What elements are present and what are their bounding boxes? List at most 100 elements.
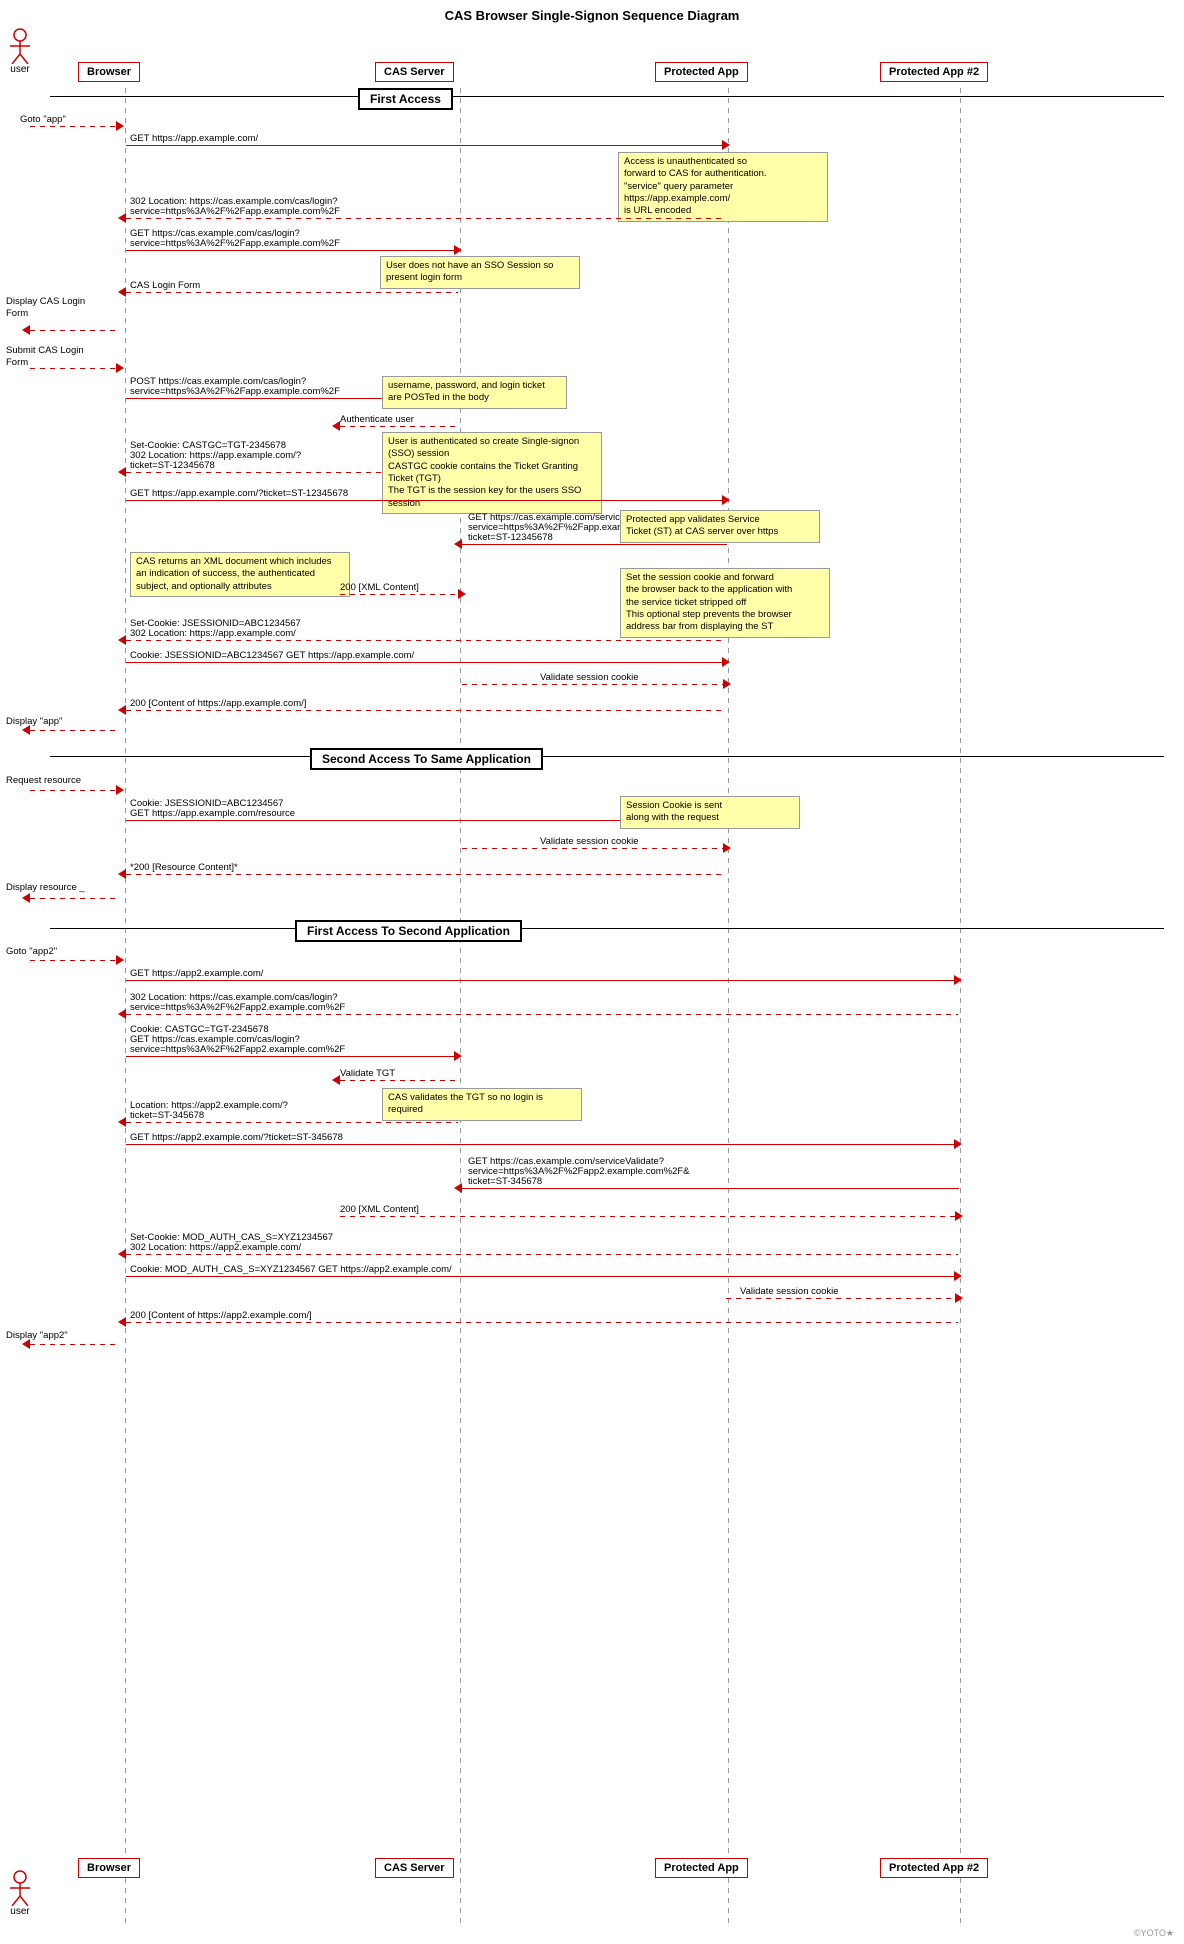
msg-validate-session-2: Validate session cookie xyxy=(540,836,639,847)
arrowhead-goto-app2 xyxy=(116,955,124,965)
arrow-display-cas-login xyxy=(30,330,120,331)
note-session-cookie: Set the session cookie and forwardthe br… xyxy=(620,568,830,638)
arrow-200-xml-app2 xyxy=(340,1216,959,1217)
arrowhead-submit-cas-login xyxy=(116,363,124,373)
arrow-200-content xyxy=(126,710,726,711)
lifeline-cas-line xyxy=(460,88,461,1928)
arrow-display-app2 xyxy=(30,1344,120,1345)
arrowhead-display-app2 xyxy=(22,1339,30,1349)
arrowhead-cookie-mod-auth xyxy=(954,1271,962,1281)
arrowhead-validate-st xyxy=(454,539,462,549)
lifeline-browser-header-top: Browser xyxy=(78,62,140,82)
arrowhead-get-app2-ticket xyxy=(954,1139,962,1149)
arrow-cookie-mod-auth xyxy=(126,1276,958,1277)
arrowhead-goto-app xyxy=(116,121,124,131)
arrowhead-get-app xyxy=(722,140,730,150)
divider-first-access xyxy=(50,96,1164,97)
msg-post-cas2: service=https%3A%2F%2Fapp.example.com%2F xyxy=(130,386,340,397)
section-label-second-app: First Access To Second Application xyxy=(295,920,522,942)
arrowhead-authenticate xyxy=(332,421,340,431)
arrow-validate-session-2 xyxy=(462,848,727,849)
arrow-set-mod-auth xyxy=(126,1254,958,1255)
arrowhead-display-app xyxy=(22,725,30,735)
msg-get-app: GET https://app.example.com/ xyxy=(130,133,258,144)
note-cas-xml: CAS returns an XML document which includ… xyxy=(130,552,350,597)
arrow-validate-session xyxy=(462,684,727,685)
arrow-display-resource xyxy=(30,898,120,899)
arrow-validate-st xyxy=(462,544,727,545)
msg-validate-session: Validate session cookie xyxy=(540,672,639,683)
arrowhead-get-cas-login-app2 xyxy=(454,1051,462,1061)
msg-200-content-app2: 200 [Content of https://app2.example.com… xyxy=(130,1310,312,1321)
arrow-goto-app xyxy=(30,126,120,127)
arrow-display-app xyxy=(30,730,120,731)
msg-location-app2-ticket2: ticket=ST-345678 xyxy=(130,1110,204,1121)
arrow-request-resource xyxy=(30,790,120,791)
note-unauthenticated: Access is unauthenticated soforward to C… xyxy=(618,152,828,222)
arrowhead-302-redirect xyxy=(118,213,126,223)
msg-get-app2: GET https://app2.example.com/ xyxy=(130,968,263,979)
msg-cookie-mod-auth: Cookie: MOD_AUTH_CAS_S=XYZ1234567 GET ht… xyxy=(130,1264,452,1275)
lifeline-browser-header-bottom: Browser xyxy=(78,1858,140,1878)
msg-get-app-ticket: GET https://app.example.com/?ticket=ST-1… xyxy=(130,488,348,499)
note-session-cookie-sent: Session Cookie is sentalong with the req… xyxy=(620,796,800,829)
lifeline-app2-header-top: Protected App #2 xyxy=(880,62,988,82)
arrow-goto-app2 xyxy=(30,960,120,961)
msg-200-content: 200 [Content of https://app.example.com/… xyxy=(130,698,306,709)
msg-request-resource: Request resource xyxy=(6,775,81,786)
note-post-body: username, password, and login ticketare … xyxy=(382,376,567,409)
msg-display-app: Display "app" xyxy=(6,716,106,727)
msg-validate-tgt: Validate TGT xyxy=(340,1068,395,1079)
actor-user-bottom-label: user xyxy=(8,1906,32,1917)
msg-validate-st3: ticket=ST-12345678 xyxy=(468,532,553,543)
msg-validate-st-app2-3: ticket=ST-345678 xyxy=(468,1176,542,1187)
lifeline-app-header-bottom: Protected App xyxy=(655,1858,748,1878)
msg-cookie-jsessionid: Cookie: JSESSIONID=ABC1234567 GET https:… xyxy=(130,650,414,661)
arrowhead-validate-st-app2 xyxy=(454,1183,462,1193)
copyright: ©YOTO★ xyxy=(1134,1928,1174,1939)
msg-302-location-app: 302 Location: https://app.example.com/ xyxy=(130,628,296,639)
msg-goto-app: Goto "app" xyxy=(20,114,66,125)
arrowhead-display-cas-login xyxy=(22,325,30,335)
arrow-302-cas-app2 xyxy=(126,1014,958,1015)
arrow-200-content-app2 xyxy=(126,1322,958,1323)
actor-user-top: user xyxy=(8,28,32,75)
note-validate-st: Protected app validates ServiceTicket (S… xyxy=(620,510,820,543)
msg-302-cas-app2-2: service=https%3A%2F%2Fapp2.example.com%2… xyxy=(130,1002,345,1013)
arrow-302-redirect xyxy=(126,218,726,219)
arrowhead-200-xml-app2 xyxy=(955,1211,963,1221)
lifeline-cas-header-top: CAS Server xyxy=(375,62,454,82)
msg-authenticate: Authenticate user xyxy=(340,414,414,425)
msg-display-resource: Display resource _ xyxy=(6,882,106,893)
arrow-200-xml xyxy=(340,594,462,595)
actor-user-bottom: user xyxy=(8,1870,32,1917)
arrowhead-validate-session-2 xyxy=(723,843,731,853)
arrowhead-set-mod-auth xyxy=(118,1249,126,1259)
arrow-authenticate xyxy=(340,426,458,427)
arrowhead-location-app2-ticket xyxy=(118,1117,126,1127)
arrowhead-validate-tgt xyxy=(332,1075,340,1085)
note-sso-created: User is authenticated so create Single-s… xyxy=(382,432,602,514)
arrow-validate-tgt xyxy=(340,1080,458,1081)
msg-goto-app2: Goto "app2" xyxy=(6,946,57,957)
msg-display-app2: Display "app2" xyxy=(6,1330,106,1341)
arrow-location-app2-ticket xyxy=(126,1122,458,1123)
arrow-get-app xyxy=(126,145,726,146)
arrow-validate-st-app2 xyxy=(462,1188,959,1189)
arrow-cas-login-form xyxy=(126,292,458,293)
msg-get-app2-ticket: GET https://app2.example.com/?ticket=ST-… xyxy=(130,1132,343,1143)
lifeline-app2-header-bottom: Protected App #2 xyxy=(880,1858,988,1878)
arrowhead-200-content-app2 xyxy=(118,1317,126,1327)
arrowhead-validate-session-app2 xyxy=(955,1293,963,1303)
arrow-get-app-ticket xyxy=(126,500,726,501)
diagram-title: CAS Browser Single-Signon Sequence Diagr… xyxy=(0,0,1184,27)
lifeline-app2-line xyxy=(960,88,961,1928)
msg-302-location-app2: 302 Location: https://app2.example.com/ xyxy=(130,1242,301,1253)
msg-302-redirect2: service=https%3A%2F%2Fapp.example.com%2F xyxy=(130,206,340,217)
msg-get-cas-login-app2-2: service=https%3A%2F%2Fapp2.example.com%2… xyxy=(130,1044,345,1055)
note-tgt-valid: CAS validates the TGT so no login is req… xyxy=(382,1088,582,1121)
msg-200-xml: 200 [XML Content] xyxy=(340,582,419,593)
arrow-200-resource xyxy=(126,874,726,875)
arrowhead-200-content xyxy=(118,705,126,715)
lifeline-app-line xyxy=(728,88,729,1928)
